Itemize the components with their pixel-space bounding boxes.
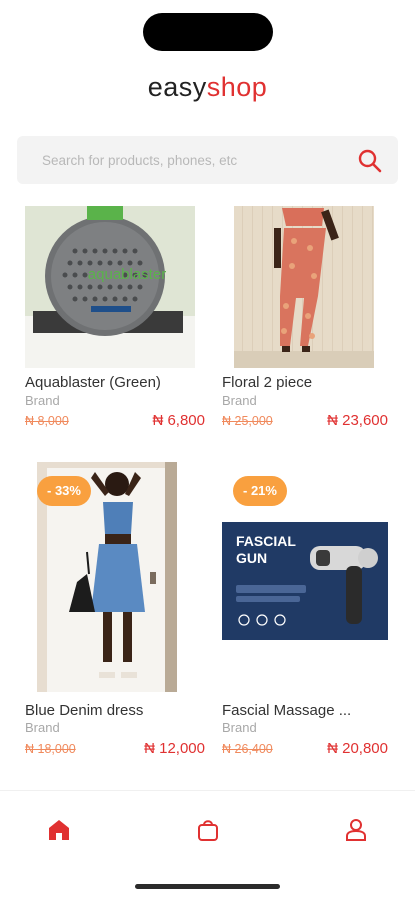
product-brand: Brand [25,393,60,408]
search-icon[interactable] [356,147,384,175]
fascial-box-line2: GUN [236,550,267,566]
bag-icon[interactable] [194,816,222,844]
search-input[interactable] [17,136,347,184]
product-card-floral[interactable]: Floral 2 piece Brand ₦ 25,000 ₦ 23,600 [222,206,388,436]
discount-badge: - 33% [37,476,91,506]
product-price: ₦ 20,800 [327,740,388,757]
camera-notch [143,13,273,51]
product-price: ₦ 6,800 [152,412,205,429]
product-old-price: ₦ 8,000 [25,414,69,428]
product-title: Blue Denim dress [25,702,144,719]
product-title: Floral 2 piece [222,374,313,391]
aquablaster-box-label: aquablaster [88,266,166,283]
home-indicator[interactable] [135,884,280,889]
product-title: Aquablaster (Green) [25,374,161,391]
product-title: Fascial Massage ... [222,702,352,719]
bottom-navigation [0,790,415,870]
product-brand: Brand [25,720,60,735]
product-brand: Brand [222,393,257,408]
home-icon[interactable] [45,816,73,844]
product-image-floral[interactable] [222,206,388,368]
product-card-fascial[interactable]: FASCIAL GUN - 21% Fascial Massage ... Br… [222,462,388,762]
profile-icon[interactable] [342,816,370,844]
product-old-price: ₦ 18,000 [25,742,76,756]
app-logo: easyshop [0,72,415,103]
product-old-price: ₦ 26,400 [222,742,273,756]
product-image-aquablaster[interactable]: aquablaster [25,206,205,368]
product-brand: Brand [222,720,257,735]
product-old-price: ₦ 25,000 [222,414,273,428]
discount-badge: - 21% [233,476,287,506]
product-price: ₦ 12,000 [144,740,205,757]
logo-text-easy: easy [147,72,207,102]
product-card-aquablaster[interactable]: aquablaster Aquablaster (Green) Brand ₦ … [25,206,205,436]
logo-text-shop: shop [206,72,268,102]
product-card-denim[interactable]: - 33% Blue Denim dress Brand ₦ 18,000 ₦ … [25,462,205,762]
fascial-box-line1: FASCIAL [236,533,296,549]
search-bar [17,136,398,184]
product-price: ₦ 23,600 [327,412,388,429]
